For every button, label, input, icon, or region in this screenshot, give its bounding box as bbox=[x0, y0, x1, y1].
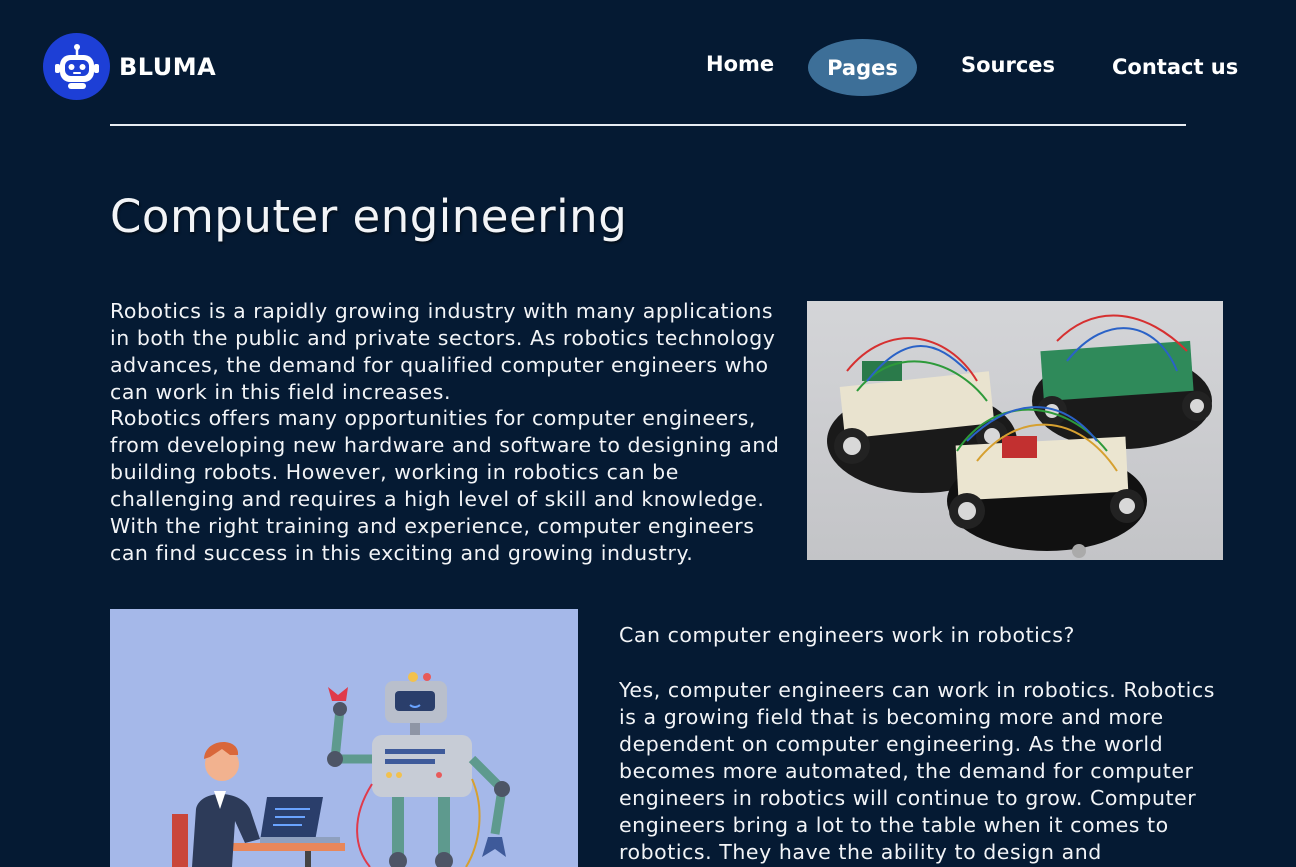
answer-paragraph: Yes, computer engineers can work in robo… bbox=[619, 678, 1215, 864]
main-nav: Home Pages Sources Contact us bbox=[0, 39, 1296, 96]
nav-sources-link[interactable]: Sources bbox=[961, 53, 1055, 77]
header-divider bbox=[110, 124, 1186, 126]
intro-paragraph-1: Robotics is a rapidly growing industry w… bbox=[110, 299, 776, 404]
question-heading: Can computer engineers work in robotics? bbox=[619, 623, 1075, 647]
nav-contact-link[interactable]: Contact us bbox=[1112, 55, 1238, 79]
page: BLUMA Home Pages Sources Contact us Comp… bbox=[0, 0, 1296, 867]
page-title: Computer engineering bbox=[110, 190, 628, 243]
intro-paragraph-2: Robotics offers many opportunities for c… bbox=[110, 406, 780, 565]
robot-kits-photo bbox=[807, 301, 1223, 560]
nav-pages-label: Pages bbox=[827, 55, 898, 80]
engineer-robot-illustration bbox=[110, 609, 578, 867]
nav-pages-link[interactable]: Pages bbox=[808, 39, 917, 96]
nav-home-link[interactable]: Home bbox=[706, 52, 774, 76]
